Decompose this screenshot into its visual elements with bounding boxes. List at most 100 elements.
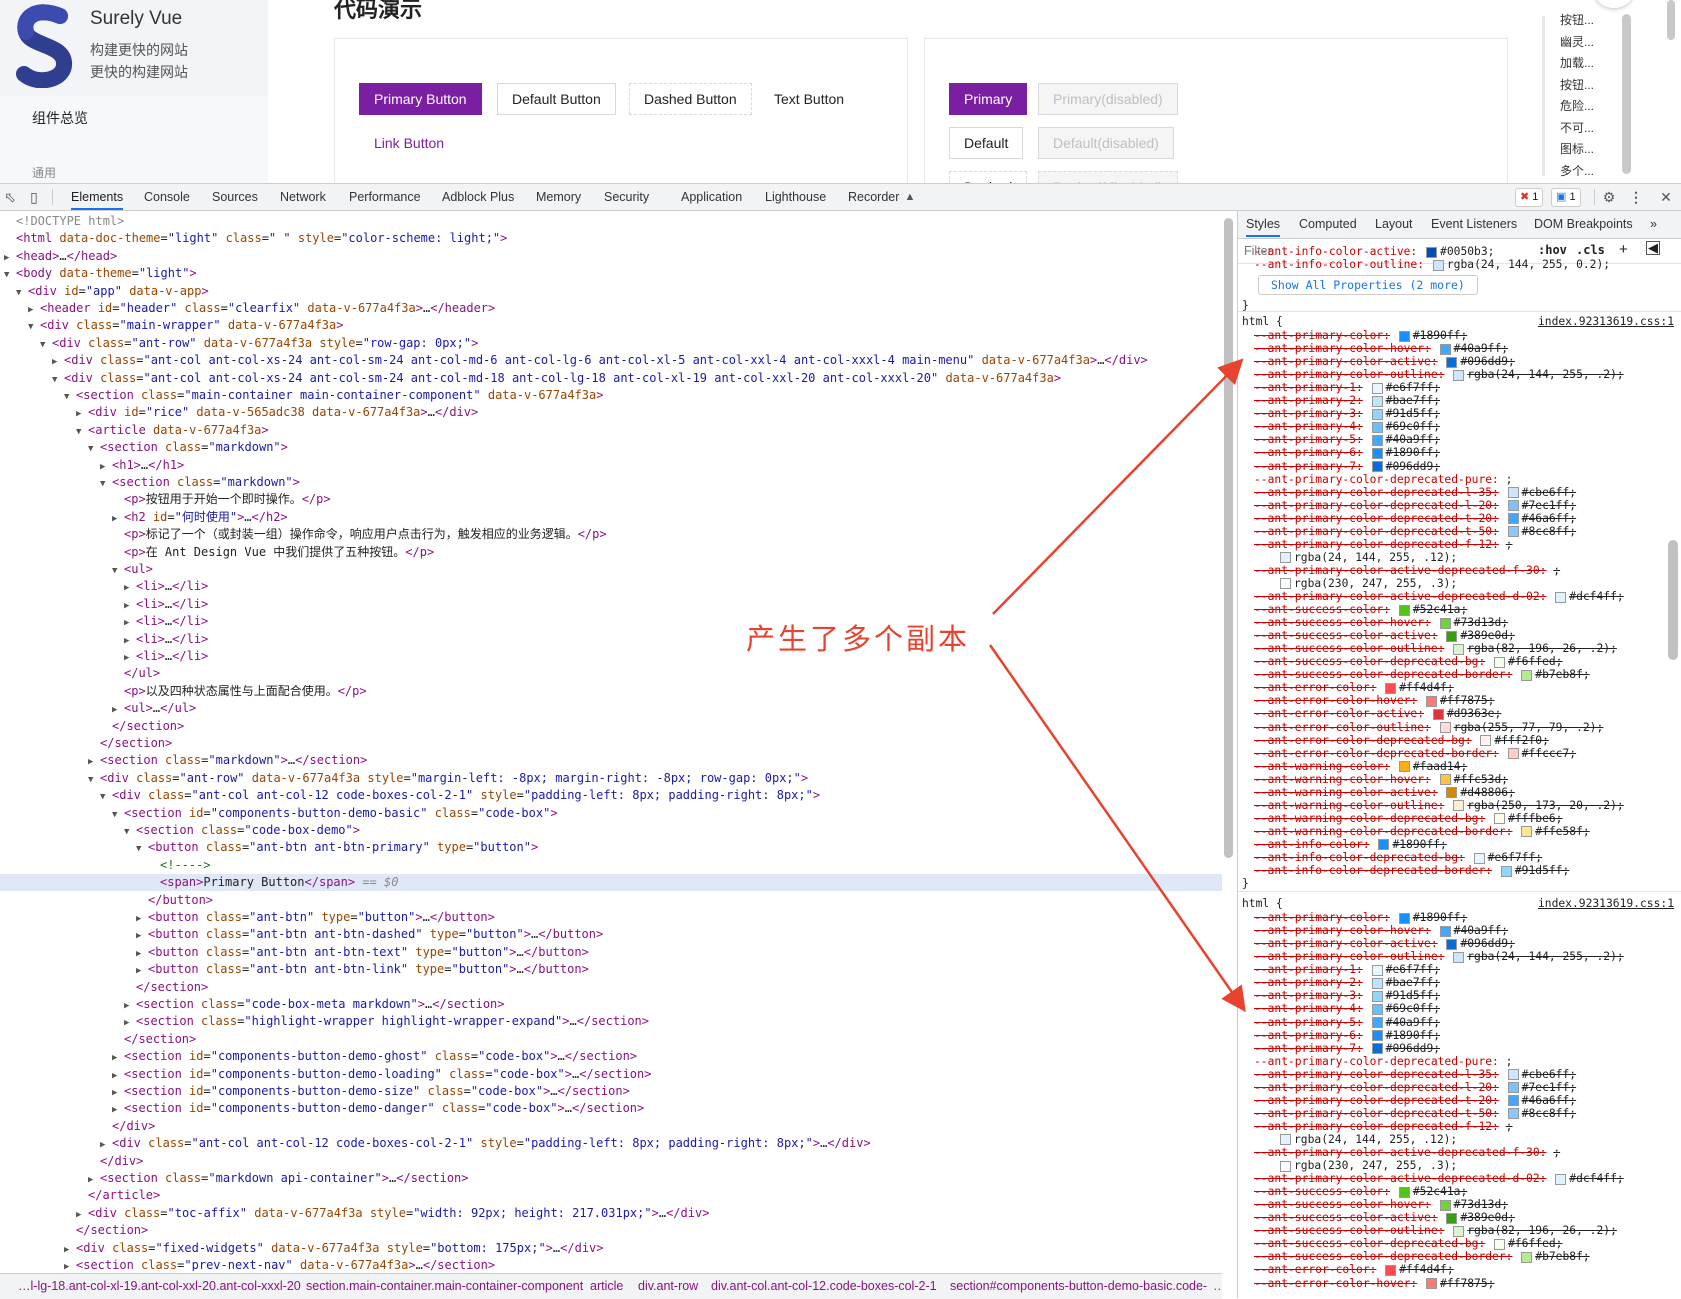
color-swatch[interactable]	[1494, 1238, 1506, 1250]
dom-node[interactable]: <html data-doc-theme="light" class=" " s…	[0, 230, 507, 247]
css-declaration[interactable]: --ant-error-color-hover: #ff7875;	[1254, 694, 1494, 708]
color-swatch[interactable]	[1439, 722, 1451, 733]
dom-node[interactable]: ▶ <head>…</head>	[0, 248, 117, 265]
css-declaration[interactable]: --ant-success-color: #52c41a;	[1254, 603, 1467, 617]
css-declaration[interactable]: --ant-primary-color-deprecated-pure: ;	[1254, 473, 1512, 487]
css-declaration[interactable]: --ant-primary-4: #69c0ff;	[1254, 1002, 1440, 1016]
primary-small-button[interactable]: Primary	[949, 83, 1028, 115]
css-declaration[interactable]: --ant-primary-color-deprecated-l-35: #cb…	[1254, 1068, 1576, 1082]
css-declaration[interactable]: --ant-warning-color-deprecated-border: #…	[1254, 825, 1590, 839]
color-swatch[interactable]	[1500, 865, 1512, 877]
css-declaration[interactable]: --ant-warning-color-deprecated-bg: #fffb…	[1254, 812, 1562, 826]
color-swatch[interactable]	[1446, 938, 1458, 950]
settings-gear-icon[interactable]: ⚙	[1601, 189, 1617, 205]
elements-scrollbar[interactable]	[1224, 218, 1233, 858]
color-swatch[interactable]	[1507, 513, 1519, 525]
color-swatch[interactable]	[1371, 395, 1383, 407]
color-swatch[interactable]	[1398, 330, 1410, 342]
color-swatch[interactable]	[1371, 382, 1383, 394]
css-declaration[interactable]: --ant-error-color-deprecated-border: #ff…	[1254, 747, 1576, 761]
dom-node[interactable]: ▶ <li>…</li>	[0, 596, 208, 613]
dom-node[interactable]: ▶ <h1>…</h1>	[0, 457, 184, 474]
color-swatch[interactable]	[1507, 748, 1519, 760]
dom-node[interactable]: ▶ <div id="rice" data-v-565adc38 data-v-6…	[0, 404, 478, 421]
color-swatch[interactable]	[1280, 578, 1291, 590]
dom-node[interactable]: ▼ <section class="markdown">	[0, 439, 288, 456]
dom-node[interactable]: ▶ <li>…</li>	[0, 578, 208, 595]
window-scrollbar[interactable]	[1667, 0, 1675, 40]
css-declaration[interactable]: --ant-primary-color-active: #096dd9;	[1254, 937, 1515, 951]
color-swatch[interactable]	[1280, 1134, 1291, 1146]
dom-node[interactable]: ▶ <section class="highlight-wrapper highl…	[0, 1013, 649, 1030]
tab-lighthouse[interactable]: Lighthouse	[765, 184, 826, 210]
dom-node[interactable]: ▼ <ul>	[0, 561, 153, 578]
link-button[interactable]: Link Button	[359, 127, 460, 159]
color-swatch[interactable]	[1439, 1199, 1451, 1211]
elements-dom-tree[interactable]: <!DOCTYPE html> <html data-doc-theme="lig…	[0, 211, 1222, 1271]
color-swatch[interactable]	[1280, 1160, 1291, 1172]
dom-node[interactable]: ▶ <section class="code-box-meta markdown"…	[0, 996, 505, 1013]
dom-node[interactable]: ▶ <h2 id="何时使用">…</h2>	[0, 509, 288, 526]
tab-sources[interactable]: Sources	[212, 184, 258, 210]
color-swatch[interactable]	[1371, 434, 1383, 446]
tab-layout[interactable]: Layout	[1375, 217, 1413, 231]
dom-node[interactable]: </ul>	[0, 665, 160, 682]
tab-console[interactable]: Console	[144, 184, 190, 210]
css-declaration[interactable]: --ant-primary-6: #1890ff;	[1254, 446, 1440, 460]
color-swatch[interactable]	[1432, 708, 1444, 720]
breadcrumb-item[interactable]: div.ant-row	[638, 1279, 698, 1293]
tab-dom-breakpoints[interactable]: DOM Breakpoints	[1534, 217, 1633, 231]
css-declaration[interactable]: --ant-warning-color: #faad14;	[1254, 760, 1467, 774]
css-declaration[interactable]: --ant-primary-6: #1890ff;	[1254, 1029, 1440, 1043]
error-count-badge[interactable]: ✖ 1	[1515, 188, 1544, 207]
dom-node-selected[interactable]: <span>Primary Button</span> == $0	[0, 874, 1222, 892]
css-declaration[interactable]: rgba(230, 247, 255, .3);	[1278, 1159, 1457, 1173]
color-swatch[interactable]	[1446, 356, 1458, 368]
dom-node[interactable]: ▶ <div class="toc-affix" data-v-677a4f3a …	[0, 1205, 709, 1222]
inspect-element-icon[interactable]: ⬁	[2, 189, 18, 205]
color-swatch[interactable]	[1439, 343, 1451, 355]
css-declaration[interactable]: --ant-info-color: #1890ff;	[1254, 838, 1447, 852]
dom-node[interactable]: ▶ <button class="ant-btn" type="button">……	[0, 909, 495, 926]
dom-node[interactable]: ▶ <button class="ant-btn ant-btn-text" ty…	[0, 944, 589, 961]
dom-node[interactable]: ▼ <div class="ant-row" data-v-677a4f3a st…	[0, 335, 478, 352]
dom-node[interactable]: ▼ <section class="markdown">	[0, 474, 300, 491]
hover-state-toggle[interactable]: :hov	[1538, 243, 1567, 257]
tab-computed[interactable]: Computed	[1299, 217, 1357, 231]
css-declaration[interactable]: rgba(24, 144, 255, .12);	[1278, 551, 1457, 565]
css-declaration[interactable]: --ant-primary-7: #096dd9;	[1254, 460, 1440, 474]
css-declaration[interactable]: --ant-success-color-deprecated-border: #…	[1254, 668, 1590, 682]
css-declaration[interactable]: --ant-primary-color-deprecated-l-20: #7e…	[1254, 1081, 1576, 1095]
css-declaration[interactable]: --ant-primary-color-deprecated-t-20: #46…	[1254, 512, 1576, 526]
color-swatch[interactable]	[1453, 369, 1465, 381]
dom-node[interactable]: ▼ <button class="ant-btn ant-btn-primary"…	[0, 839, 538, 856]
dom-node[interactable]: ▼ <section class="code-box-demo">	[0, 822, 360, 839]
css-declaration[interactable]: --ant-primary-color-hover: #40a9ff;	[1254, 924, 1508, 938]
css-declaration[interactable]: rgba(230, 247, 255, .3);	[1278, 577, 1457, 591]
surely-vue-logo[interactable]	[16, 4, 76, 88]
color-swatch[interactable]	[1453, 951, 1465, 963]
color-swatch[interactable]	[1480, 735, 1492, 747]
class-toggle[interactable]: .cls	[1576, 243, 1605, 257]
css-declaration[interactable]: --ant-primary-color-deprecated-l-35: #cb…	[1254, 486, 1576, 500]
color-swatch[interactable]	[1371, 421, 1383, 433]
color-swatch[interactable]	[1446, 630, 1458, 642]
dom-node[interactable]: </section>	[0, 1031, 196, 1048]
tab-elements[interactable]: Elements	[71, 184, 124, 210]
tab-security[interactable]: Security	[604, 184, 649, 210]
color-swatch[interactable]	[1371, 1043, 1383, 1055]
css-rule-header[interactable]: html {index.92313619.css:1	[1242, 315, 1680, 329]
color-swatch[interactable]	[1446, 1212, 1458, 1224]
css-declaration[interactable]: --ant-primary-color: #1890ff;	[1254, 911, 1467, 925]
css-declaration[interactable]: --ant-success-color-deprecated-bg: #f6ff…	[1254, 1237, 1562, 1251]
dom-node[interactable]: ▼ <section class="main-container main-con…	[0, 387, 603, 404]
color-swatch[interactable]	[1280, 552, 1291, 564]
css-declaration[interactable]: --ant-primary-color-active-deprecated-d-…	[1254, 1172, 1624, 1186]
color-swatch[interactable]	[1398, 912, 1410, 924]
dom-node[interactable]: ▶ <li>…</li>	[0, 613, 208, 630]
css-declaration[interactable]: --ant-error-color: #ff4d4f;	[1254, 1263, 1454, 1277]
css-declaration[interactable]: --ant-info-color-deprecated-border: #91d…	[1254, 864, 1569, 878]
color-swatch[interactable]	[1426, 1278, 1438, 1289]
css-declaration[interactable]: --ant-primary-color-active-deprecated-f-…	[1254, 564, 1560, 578]
tab-network[interactable]: Network	[280, 184, 326, 210]
